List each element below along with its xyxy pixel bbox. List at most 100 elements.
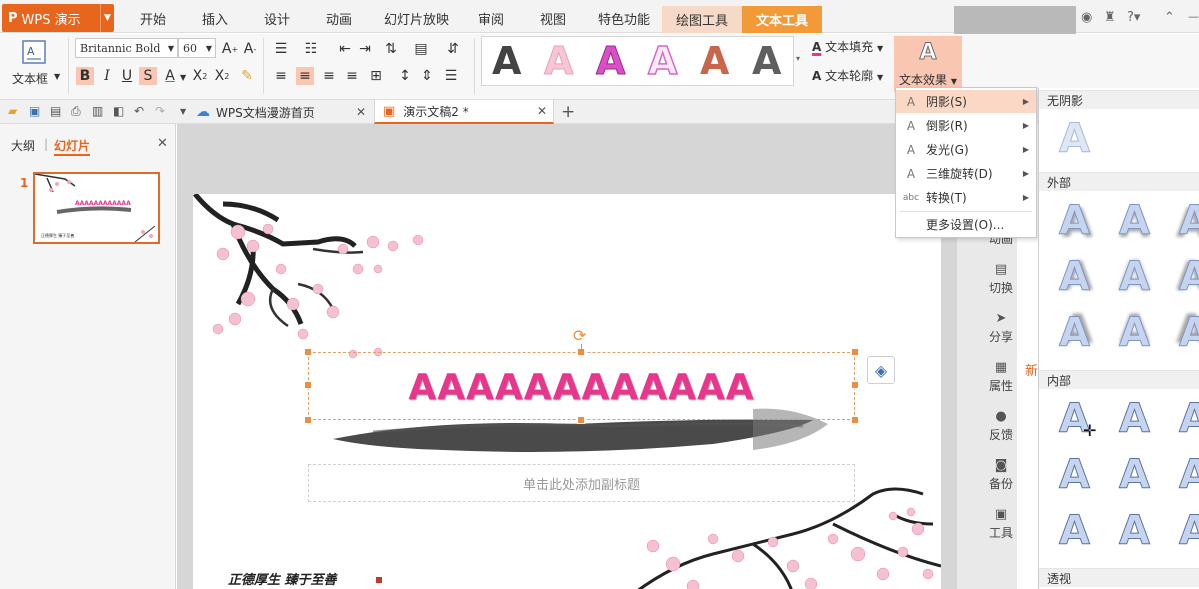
text-style-3[interactable]: A (595, 39, 625, 84)
align-text-icon[interactable]: ▤ (412, 40, 430, 58)
chevron-down-icon[interactable]: ▼ (180, 73, 186, 82)
resize-handle[interactable] (851, 348, 859, 356)
align-center-icon[interactable]: ≡ (296, 67, 314, 85)
shadow-option-outer[interactable]: A (1059, 310, 1091, 357)
menu-item-more-settings[interactable]: 更多设置(O)... (896, 213, 1036, 236)
resize-handle[interactable] (851, 381, 859, 389)
superscript-button[interactable]: X2 (191, 67, 209, 85)
shadow-option-inner[interactable]: A (1179, 508, 1199, 555)
shadow-option-outer[interactable]: A (1179, 254, 1199, 301)
customize-chevron-icon[interactable]: ▼ (180, 107, 194, 121)
clear-format-icon[interactable]: ✎ (238, 67, 256, 85)
shadow-option-inner[interactable]: A (1119, 452, 1151, 499)
text-style-2[interactable]: A (543, 39, 573, 84)
tab-current-doc[interactable]: ▣ 演示文稿2 * ✕ (374, 100, 554, 124)
text-outline-button[interactable]: A 文本轮廓 ▼ (812, 67, 892, 87)
menu-item-shadow[interactable]: A 阴影(S) ▶ (896, 90, 1036, 113)
tab-slides[interactable]: 幻灯片 (54, 137, 91, 156)
shadow-option-inner[interactable]: A (1119, 508, 1151, 555)
minimize-icon[interactable]: — (1188, 10, 1199, 23)
tab-drawing-tools[interactable]: 绘图工具 (662, 6, 742, 33)
numbering-icon[interactable]: ☷ (302, 40, 320, 58)
menu-home[interactable]: 开始 (140, 9, 166, 28)
new-tab-icon[interactable]: + (561, 102, 575, 122)
align-right-icon[interactable]: ≡ (320, 67, 338, 85)
line-spacing-icon[interactable]: ↕ (396, 67, 414, 85)
shadow-option-outer[interactable]: A (1179, 198, 1199, 245)
collapse-ribbon-icon[interactable]: ⌃ (1164, 10, 1175, 25)
shadow-option-outer[interactable]: A (1059, 254, 1091, 301)
gallery-scroll-icon[interactable]: ▾ (796, 54, 800, 63)
user-area[interactable] (954, 6, 1076, 35)
shadow-option-inner[interactable]: A (1179, 452, 1199, 499)
slide-thumbnail[interactable]: AAAAAAAAAAAA 正德厚生 臻于至善 (33, 172, 160, 244)
slide-canvas[interactable]: AAAAAAAAAAAA ⟳ ◈ 单击此处添加副标题 正德厚生 臻于至善 (193, 194, 941, 589)
sort-icon[interactable]: ⇵ (444, 40, 462, 58)
skin-icon[interactable]: ◉ (1081, 10, 1092, 25)
export-pdf-icon[interactable]: ▤ (50, 104, 64, 118)
shadow-button[interactable]: S (139, 67, 157, 85)
text-style-1[interactable]: A (492, 39, 521, 83)
open-folder-icon[interactable]: ▰ (8, 104, 22, 118)
sidebar-item-backup[interactable]: ◙ 备份 (981, 458, 1021, 492)
rotate-handle-icon[interactable]: ⟳ (573, 326, 586, 345)
tab-outline[interactable]: 大纲 (11, 137, 35, 154)
menu-review[interactable]: 审阅 (478, 9, 504, 28)
menu-view[interactable]: 视图 (540, 9, 566, 28)
text-style-6[interactable]: A (752, 39, 781, 83)
menu-item-3d-rotation[interactable]: A 三维旋转(D) ▶ (896, 162, 1036, 185)
shadow-option-inner[interactable]: A (1059, 452, 1091, 499)
close-icon[interactable]: ✕ (356, 105, 366, 119)
print-icon[interactable]: ⎙ (71, 104, 85, 118)
sidebar-item-transition[interactable]: ▤ 切换 (981, 262, 1021, 296)
resize-handle[interactable] (304, 381, 312, 389)
menu-design[interactable]: 设计 (264, 9, 290, 28)
menu-animation[interactable]: 动画 (326, 9, 352, 28)
shadow-option-inner[interactable]: A (1059, 508, 1091, 555)
shadow-option-none[interactable]: A (1059, 116, 1091, 163)
help-icon[interactable]: ?▾ (1127, 10, 1140, 25)
font-name-select[interactable]: Britannic Bold ▼ (75, 38, 178, 58)
save-icon[interactable]: ▣ (29, 104, 43, 118)
justify-icon[interactable]: ≡ (343, 67, 361, 85)
resize-handle[interactable] (304, 416, 312, 424)
decrease-indent-icon[interactable]: ⇤ (336, 40, 354, 58)
paragraph-spacing-icon[interactable]: ⇕ (418, 67, 436, 85)
title-textbox[interactable]: AAAAAAAAAAAA (308, 352, 855, 420)
close-icon[interactable]: ✕ (537, 104, 547, 118)
subscript-button[interactable]: X2 (213, 67, 231, 85)
textbox-button[interactable]: A 文本框 ▼ (10, 36, 60, 96)
grow-font-icon[interactable]: A + (221, 40, 239, 58)
italic-button[interactable]: I (98, 67, 116, 85)
close-panel-icon[interactable]: ✕ (157, 136, 168, 151)
bullets-icon[interactable]: ☰ (272, 40, 290, 58)
menu-item-transform[interactable]: abc 转换(T) ▶ (896, 186, 1036, 209)
text-effects-button[interactable]: A 文本效果 ▼ (894, 36, 962, 92)
redo-icon[interactable]: ↷ (155, 104, 169, 118)
menu-special[interactable]: 特色功能 (598, 9, 650, 28)
font-color-button[interactable]: A (161, 67, 179, 85)
layers-icon[interactable]: ◈ (867, 356, 895, 384)
text-style-5[interactable]: A (700, 39, 729, 83)
subtitle-placeholder[interactable]: 单击此处添加副标题 (308, 464, 855, 502)
print-preview-icon[interactable]: ▥ (92, 104, 106, 118)
menu-item-glow[interactable]: A 发光(G) ▶ (896, 138, 1036, 161)
menu-item-reflection[interactable]: A 倒影(R) ▶ (896, 114, 1036, 137)
shirt-icon[interactable]: ♜ (1104, 10, 1116, 25)
shadow-option-outer[interactable]: A (1119, 310, 1151, 357)
align-left-icon[interactable]: ≡ (272, 67, 290, 85)
spellcheck-icon[interactable]: ◧ (113, 104, 127, 118)
resize-handle[interactable] (851, 416, 859, 424)
undo-icon[interactable]: ↶ (134, 104, 148, 118)
chevron-down-icon[interactable]: ▼ (100, 4, 114, 32)
sidebar-item-tools[interactable]: ▣ 工具 (981, 507, 1021, 541)
shadow-option-outer[interactable]: A (1119, 198, 1151, 245)
menu-insert[interactable]: 插入 (202, 9, 228, 28)
shadow-option-inner[interactable]: A (1179, 396, 1199, 443)
text-fill-button[interactable]: A 文本填充 ▼ (812, 38, 892, 58)
tab-home-doc[interactable]: ☁ WPS文档漫游首页 ✕ (196, 100, 372, 124)
menu-slideshow[interactable]: 幻灯片放映 (384, 9, 449, 28)
shrink-font-icon[interactable]: A- (241, 40, 259, 58)
slide-title-text[interactable]: AAAAAAAAAAAA (309, 367, 854, 408)
columns-icon[interactable]: ☰ (442, 67, 460, 85)
